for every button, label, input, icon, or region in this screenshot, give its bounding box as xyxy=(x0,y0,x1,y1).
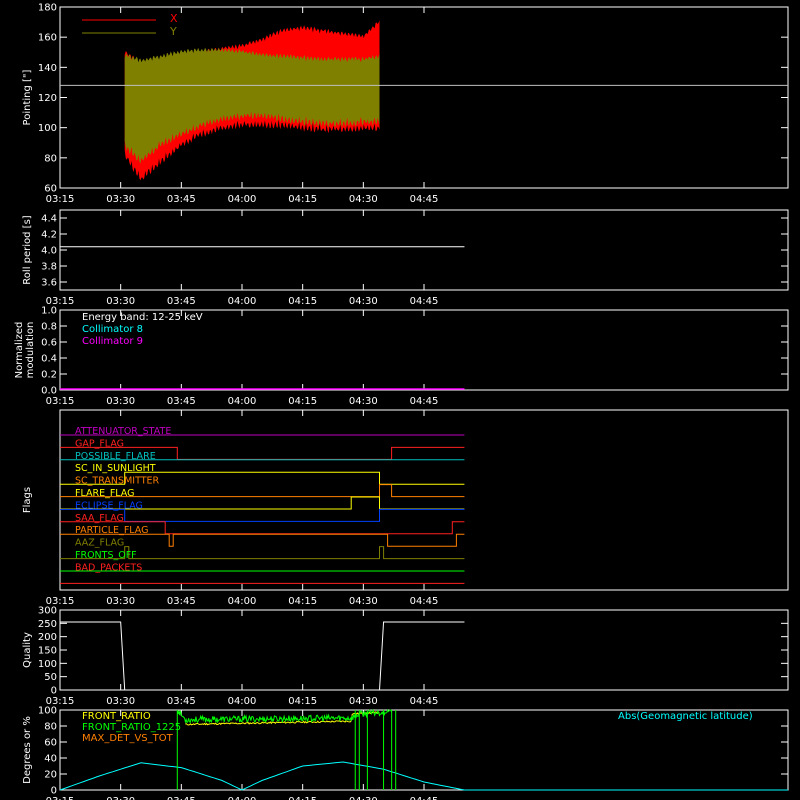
x-tick-label: 04:15 xyxy=(288,596,317,607)
y-axis-label: Quality xyxy=(22,632,33,668)
x-tick-label: 03:15 xyxy=(46,194,75,205)
y-tick-label: 0.8 xyxy=(41,322,57,333)
y-axis-label: Normalized xyxy=(14,322,25,379)
y-tick-label: 60 xyxy=(44,184,57,195)
y-axis-label: modulation xyxy=(25,322,36,379)
y-tick-label: 0.0 xyxy=(41,386,57,397)
x-tick-label: 03:30 xyxy=(106,194,135,205)
legend-entry: FRONT_RATIO_1225 xyxy=(82,722,181,733)
x-tick-label: 03:30 xyxy=(106,696,135,707)
y-tick-label: 1.0 xyxy=(41,306,57,317)
legend-entry: Energy band: 12-25 keV xyxy=(82,312,203,323)
y-tick-label: 3.8 xyxy=(41,262,57,273)
x-tick-label: 03:45 xyxy=(167,796,196,800)
y-tick-label: 100 xyxy=(38,659,57,670)
x-tick-label: 04:30 xyxy=(349,696,378,707)
y-tick-label: 100 xyxy=(38,706,57,717)
geomagnetic-latitude-label: Abs(Geomagnetic latitude) xyxy=(618,711,753,722)
x-tick-label: 03:30 xyxy=(106,296,135,307)
x-tick-label: 04:00 xyxy=(228,696,257,707)
x-tick-label: 04:45 xyxy=(410,596,439,607)
y-axis-label: Pointing ["] xyxy=(22,69,33,125)
x-tick-label: 04:30 xyxy=(349,396,378,407)
legend-label-y: Y xyxy=(169,25,177,38)
legend-label-x: X xyxy=(170,12,178,25)
y-tick-label: 0 xyxy=(51,686,57,697)
flag-label: FRONTS_OFF xyxy=(75,550,137,561)
x-tick-label: 04:00 xyxy=(228,796,257,800)
x-tick-label: 04:15 xyxy=(288,796,317,800)
y-tick-label: 0.6 xyxy=(41,338,57,349)
y-tick-label: 150 xyxy=(38,646,57,657)
x-tick-label: 04:30 xyxy=(349,596,378,607)
y-tick-label: 250 xyxy=(38,619,57,630)
y-tick-label: 300 xyxy=(38,606,57,617)
x-tick-label: 04:00 xyxy=(228,296,257,307)
legend-entry: FRONT_RATIO xyxy=(82,711,151,722)
y-axis-label: Degrees or % xyxy=(22,716,33,784)
x-tick-label: 04:45 xyxy=(410,396,439,407)
x-tick-label: 03:15 xyxy=(46,796,75,800)
x-tick-label: 03:45 xyxy=(167,396,196,407)
y-tick-label: 0 xyxy=(51,786,57,797)
x-tick-label: 04:30 xyxy=(349,296,378,307)
x-tick-label: 04:00 xyxy=(228,396,257,407)
x-tick-label: 04:00 xyxy=(228,194,257,205)
x-tick-label: 04:45 xyxy=(410,796,439,800)
y-tick-label: 160 xyxy=(38,33,57,44)
x-tick-label: 03:45 xyxy=(167,596,196,607)
flag-label: BAD_PACKETS xyxy=(75,562,142,573)
y-tick-label: 200 xyxy=(38,632,57,643)
x-tick-label: 04:45 xyxy=(410,696,439,707)
y-tick-label: 80 xyxy=(44,153,57,164)
x-tick-label: 04:45 xyxy=(410,194,439,205)
y-tick-label: 180 xyxy=(38,3,57,14)
x-tick-label: 03:45 xyxy=(167,696,196,707)
y-axis-label: Flags xyxy=(22,487,33,513)
y-tick-label: 20 xyxy=(44,770,57,781)
x-tick-label: 03:30 xyxy=(106,596,135,607)
flag-label: FLARE_FLAG xyxy=(75,488,135,499)
flag-label: AAZ_FLAG xyxy=(75,538,124,549)
y-tick-label: 50 xyxy=(44,672,57,683)
y-tick-label: 100 xyxy=(38,123,57,134)
y-tick-label: 0.2 xyxy=(41,370,57,381)
figure: 03:15 03:30 03:45 04:00 04:15 04:30 04:45 60 80 1… xyxy=(0,0,800,800)
legend-entry: Collimator 9 xyxy=(82,336,143,347)
y-tick-label: 140 xyxy=(38,63,57,74)
y-tick-label: 40 xyxy=(44,754,57,765)
legend-entry: MAX_DET_VS_TOT xyxy=(82,733,174,744)
x-tick-label: 04:15 xyxy=(288,194,317,205)
x-tick-label: 03:15 xyxy=(46,396,75,407)
y-tick-label: 3.6 xyxy=(41,278,57,289)
flag-label: SC_TRANSMITTER xyxy=(75,476,160,487)
y-axis-label: Roll period [s] xyxy=(22,215,33,284)
x-tick-label: 04:15 xyxy=(288,696,317,707)
y-tick-label: 4.4 xyxy=(41,214,57,225)
x-tick-label: 03:45 xyxy=(167,194,196,205)
x-tick-label: 04:15 xyxy=(288,396,317,407)
y-tick-label: 4.0 xyxy=(41,246,57,257)
x-tick-label: 04:00 xyxy=(228,596,257,607)
legend-entry: Collimator 8 xyxy=(82,324,143,335)
x-tick-label: 04:15 xyxy=(288,296,317,307)
y-tick-label: 120 xyxy=(38,93,57,104)
y-tick-label: 60 xyxy=(44,738,57,749)
y-tick-label: 0.4 xyxy=(41,354,57,365)
x-tick-label: 03:30 xyxy=(106,396,135,407)
x-tick-label: 04:30 xyxy=(349,194,378,205)
y-tick-label: 80 xyxy=(44,722,57,733)
x-tick-label: 03:45 xyxy=(167,296,196,307)
y-tick-label: 4.2 xyxy=(41,230,57,241)
x-tick-label: 04:30 xyxy=(349,796,378,800)
x-tick-label: 04:45 xyxy=(410,296,439,307)
x-tick-label: 03:30 xyxy=(106,796,135,800)
